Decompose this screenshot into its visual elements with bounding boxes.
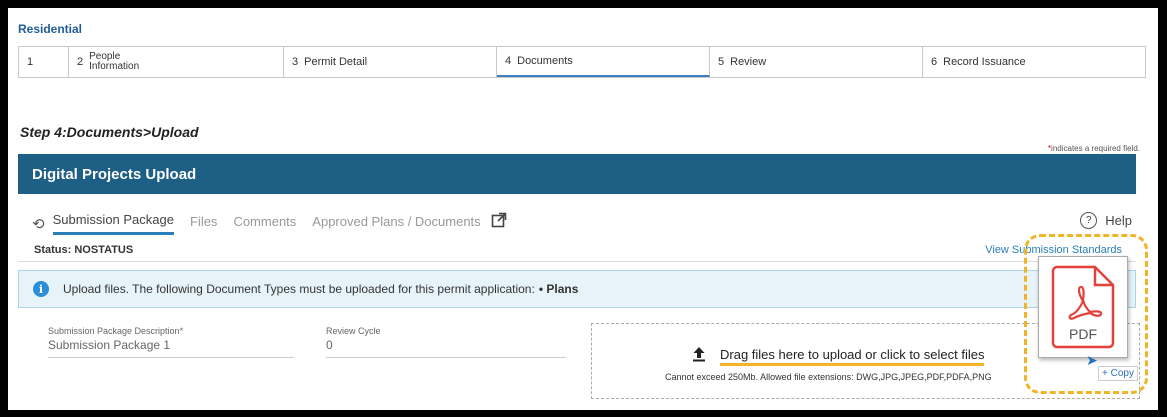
step-label-line2: Information [89, 61, 140, 72]
step-wizard: 1 2 People Information 3 Permit Detail 4… [18, 46, 1146, 78]
dragged-file-preview: PDF [1038, 256, 1128, 358]
step-1[interactable]: 1 [19, 47, 69, 77]
required-text: indicates a required field. [1051, 144, 1140, 153]
status-row: Status: NOSTATUS View Submission Standar… [18, 240, 1136, 262]
step-label: Permit Detail [304, 56, 368, 68]
info-text: Upload files. The following Document Typ… [63, 282, 535, 296]
step-6[interactable]: 6 Record Issuance [923, 47, 1145, 77]
help-label: Help [1105, 213, 1132, 228]
step-number: 3 [292, 56, 299, 68]
mouse-cursor-icon: ➤ [1086, 352, 1098, 368]
copy-tooltip: + Copy [1098, 366, 1138, 381]
tab-files[interactable]: Files [190, 214, 217, 234]
info-icon: i [33, 281, 49, 297]
step-label: Documents [517, 55, 573, 67]
dropzone-text: Drag files here to upload or click to se… [720, 347, 985, 366]
upload-icon [692, 346, 706, 367]
step-label: People Information [89, 52, 139, 72]
section-banner: Digital Projects Upload [18, 154, 1136, 194]
required-note: *indicates a required field. [1048, 144, 1140, 153]
info-alert: i Upload files. The following Document T… [18, 270, 1136, 308]
description-field[interactable]: Submission Package Description* Submissi… [48, 326, 294, 358]
review-cycle-value: 0 [326, 338, 566, 358]
step-number: 6 [931, 56, 938, 68]
page-title: Step 4:Documents>Upload [20, 124, 199, 140]
tab-comments[interactable]: Comments [233, 214, 296, 234]
review-cycle-label: Review Cycle [326, 326, 381, 336]
step-number: 4 [505, 55, 512, 67]
pdf-file-icon: PDF [1051, 265, 1115, 349]
help-button[interactable]: ? Help [1080, 212, 1132, 229]
step-4[interactable]: 4 Documents [497, 47, 710, 77]
app-frame: Residential 1 2 People Information 3 Per… [8, 8, 1158, 410]
help-icon: ? [1080, 212, 1098, 229]
tab-approved-plans[interactable]: Approved Plans / Documents [312, 214, 480, 234]
info-item: • Plans [538, 282, 579, 296]
step-3[interactable]: 3 Permit Detail [284, 47, 497, 77]
refresh-icon[interactable]: ⟲ [32, 215, 45, 233]
step-number: 1 [27, 56, 34, 68]
review-cycle-field: Review Cycle 0 [326, 326, 566, 358]
dropzone-main: Drag files here to upload or click to se… [692, 346, 985, 367]
step-label: Record Issuance [943, 56, 1026, 68]
step-5[interactable]: 5 Review [710, 47, 923, 77]
module-title: Residential [18, 22, 83, 36]
tab-submission-package[interactable]: Submission Package [52, 212, 174, 235]
dropzone-hint: Cannot exceed 250Mb. Allowed file extens… [665, 372, 992, 382]
description-label: Submission Package Description* [48, 326, 184, 336]
step-number: 5 [718, 56, 725, 68]
step-label: Review [730, 56, 767, 68]
tab-bar: ⟲ Submission Package Files Comments Appr… [32, 212, 507, 235]
step-number: 2 [77, 56, 84, 68]
external-link-icon[interactable] [491, 212, 507, 232]
description-input[interactable]: Submission Package 1 [48, 338, 294, 358]
step-2[interactable]: 2 People Information [69, 47, 284, 77]
status-text: Status: NOSTATUS [34, 244, 134, 256]
pdf-label: PDF [1069, 326, 1097, 342]
